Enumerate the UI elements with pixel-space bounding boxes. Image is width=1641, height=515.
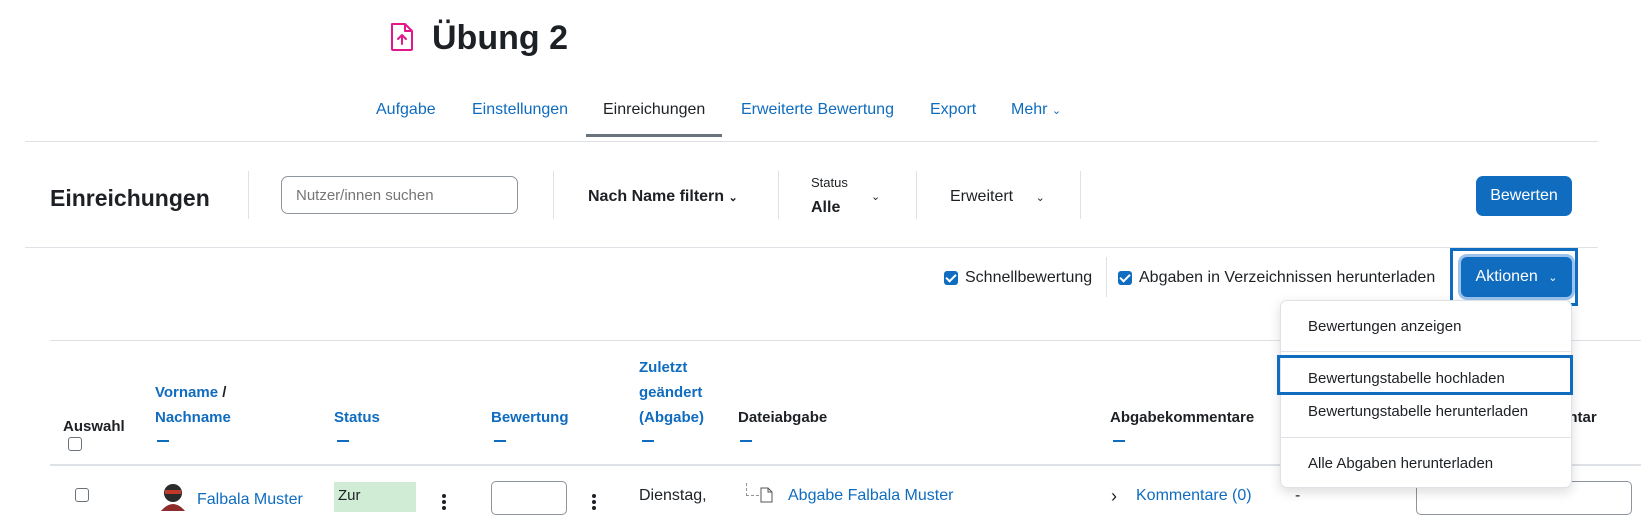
tab-mehr[interactable]: Mehr ⌄ bbox=[1011, 92, 1061, 129]
assignment-upload-icon bbox=[389, 22, 415, 52]
status-filter-label: Status bbox=[811, 175, 848, 190]
submissions-heading: Einreichungen bbox=[50, 185, 210, 211]
advanced-filter-dropdown[interactable]: Erweitert ⌄ bbox=[950, 187, 1045, 208]
sort-modified-link[interactable]: Zuletzt geändert (Abgabe) bbox=[639, 355, 704, 430]
sort-lastname-link[interactable]: Nachname bbox=[155, 405, 231, 430]
collapse-column-icon[interactable] bbox=[1113, 440, 1125, 442]
sort-firstname-link[interactable]: Vorname bbox=[155, 384, 218, 401]
tab-aufgabe[interactable]: Aufgabe bbox=[376, 92, 436, 128]
chevron-down-icon: ⌄ bbox=[1548, 272, 1558, 284]
name-filter-dropdown[interactable]: Nach Name filtern ⌄ bbox=[588, 187, 738, 208]
chevron-down-icon: ⌄ bbox=[1035, 192, 1045, 204]
menu-divider bbox=[1281, 437, 1571, 438]
page-title: Übung 2 bbox=[432, 19, 568, 57]
row-extra-value: - bbox=[1295, 487, 1301, 504]
select-all-checkbox[interactable] bbox=[68, 437, 82, 451]
advanced-filter-label: Erweitert bbox=[950, 188, 1014, 205]
collapse-column-icon[interactable] bbox=[337, 440, 349, 442]
tab-einstellungen[interactable]: Einstellungen bbox=[472, 92, 568, 128]
menu-item-show-grades[interactable]: Bewertungen anzeigen bbox=[1308, 317, 1461, 337]
chevron-right-icon[interactable]: › bbox=[1111, 486, 1117, 506]
col-header-select: Auswahl bbox=[63, 418, 125, 435]
collapse-column-icon[interactable] bbox=[740, 440, 752, 442]
tab-erweiterte-bewertung[interactable]: Erweiterte Bewertung bbox=[741, 92, 894, 128]
collapse-column-icon[interactable] bbox=[642, 440, 654, 442]
grade-button[interactable]: Bewerten bbox=[1476, 176, 1572, 216]
user-name-link[interactable]: Falbala Muster bbox=[197, 490, 303, 510]
options-divider bbox=[1106, 257, 1107, 297]
status-badge: Zur bbox=[334, 482, 416, 512]
sort-grade-link[interactable]: Bewertung bbox=[491, 405, 569, 430]
file-icon bbox=[760, 487, 773, 503]
menu-item-download-grading-worksheet[interactable]: Bewertungstabelle herunterladen bbox=[1308, 402, 1528, 422]
modified-header-line-3: (Abgabe) bbox=[639, 409, 704, 426]
name-separator: / bbox=[218, 384, 227, 401]
toolbar-divider bbox=[1080, 171, 1081, 219]
avatar bbox=[155, 481, 191, 511]
actions-button-label: Aktionen bbox=[1475, 268, 1538, 285]
nav-divider bbox=[25, 141, 1598, 142]
col-header-name: Vorname / bbox=[155, 380, 226, 405]
chevron-down-icon: ⌄ bbox=[1051, 105, 1062, 117]
menu-item-highlight bbox=[1277, 355, 1573, 395]
comments-link[interactable]: Kommentare (0) bbox=[1136, 486, 1252, 506]
sort-status-link[interactable]: Status bbox=[334, 405, 380, 430]
col-header-file: Dateiabgabe bbox=[738, 409, 828, 426]
collapse-column-icon[interactable] bbox=[494, 440, 506, 442]
toolbar-divider bbox=[25, 247, 1598, 248]
toolbar-divider bbox=[916, 171, 917, 219]
status-filter-value[interactable]: Alle bbox=[811, 198, 840, 218]
chevron-down-icon[interactable]: ⌄ bbox=[871, 187, 880, 205]
file-submission-link[interactable]: Abgabe Falbala Muster bbox=[788, 486, 953, 506]
download-folders-checkbox[interactable] bbox=[1118, 271, 1132, 285]
collapse-column-icon[interactable] bbox=[157, 440, 169, 442]
menu-item-download-all-submissions[interactable]: Alle Abgaben herunterladen bbox=[1308, 454, 1493, 474]
tab-export[interactable]: Export bbox=[930, 92, 976, 128]
file-tree-connector bbox=[746, 483, 759, 496]
modified-header-line-1: Zuletzt bbox=[639, 359, 688, 376]
tab-einreichungen[interactable]: Einreichungen bbox=[586, 92, 723, 137]
quick-grading-checkbox[interactable] bbox=[944, 271, 958, 285]
tab-mehr-label: Mehr bbox=[1011, 101, 1048, 118]
kebab-menu-icon[interactable] bbox=[592, 494, 596, 512]
toolbar-divider bbox=[553, 171, 554, 219]
toolbar-divider bbox=[778, 171, 779, 219]
name-filter-label: Nach Name filtern bbox=[588, 188, 725, 205]
grade-input[interactable] bbox=[491, 481, 567, 515]
modified-date: Dienstag, bbox=[639, 487, 707, 504]
row-select-checkbox[interactable] bbox=[75, 488, 89, 502]
download-folders-label: Abgaben in Verzeichnissen herunterladen bbox=[1139, 269, 1436, 286]
menu-divider bbox=[1281, 351, 1571, 352]
actions-button[interactable]: Aktionen ⌄ bbox=[1461, 257, 1572, 297]
col-header-comments: Abgabekommentare bbox=[1110, 409, 1255, 426]
search-input[interactable] bbox=[281, 176, 518, 214]
chevron-down-icon: ⌄ bbox=[728, 192, 738, 204]
quick-grading-label: Schnellbewertung bbox=[965, 269, 1093, 286]
toolbar-divider bbox=[248, 171, 249, 219]
kebab-menu-icon[interactable] bbox=[442, 494, 446, 512]
modified-header-line-2: geändert bbox=[639, 384, 703, 401]
